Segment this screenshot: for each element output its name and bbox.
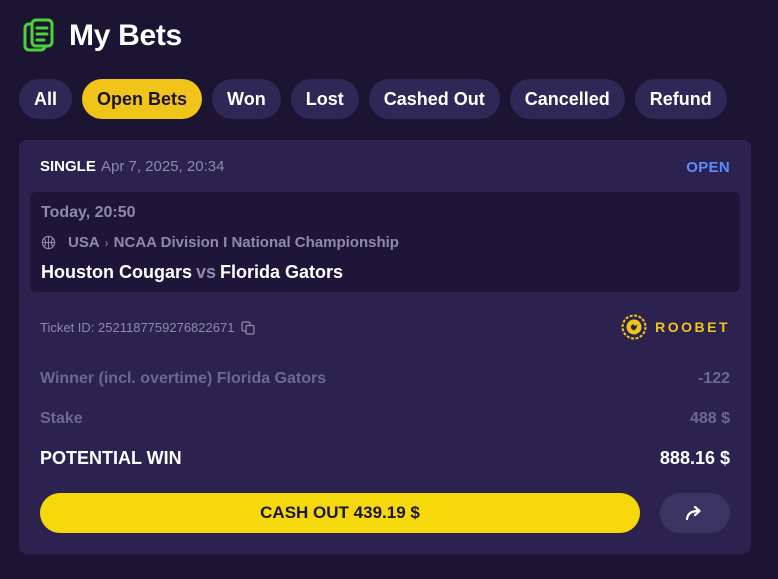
potential-win-value: 888.16 $ — [659, 448, 730, 468]
basketball-icon — [41, 235, 56, 250]
event-teams: Houston Cougars vs Florida Gators — [41, 262, 343, 283]
selection-label: Winner (incl. overtime) Florida Gators — [40, 370, 327, 387]
chevron-right-icon: › — [104, 235, 109, 250]
bet-status-badge: OPEN — [686, 159, 730, 176]
roobet-logo-text: ROOBET — [655, 319, 730, 335]
filter-lost[interactable]: Lost — [290, 79, 359, 119]
page-title: My Bets — [69, 19, 182, 52]
bets-document-icon — [23, 18, 54, 52]
filter-won[interactable]: Won — [212, 79, 281, 119]
event-league: USA › NCAA Division I National Champions… — [41, 234, 399, 251]
filter-cancelled[interactable]: Cancelled — [509, 79, 625, 119]
home-team: Houston Cougars — [41, 262, 192, 282]
ticket-info: Ticket ID: 2521187759276822671 — [40, 320, 256, 335]
selection-odds: -122 — [697, 370, 730, 387]
filter-open-bets[interactable]: Open Bets — [82, 79, 203, 119]
stake-value: 488 $ — [689, 410, 730, 427]
bet-filter-tabs: All Open Bets Won Lost Cashed Out Cancel… — [19, 79, 737, 119]
versus-label: vs — [196, 262, 217, 282]
bet-type: SINGLE — [40, 158, 96, 175]
bet-placed-date: Apr 7, 2025, 20:34 — [101, 158, 225, 175]
event-time: Today, 20:50 — [41, 204, 136, 221]
filter-refund[interactable]: Refund — [634, 79, 727, 119]
filter-all[interactable]: All — [19, 79, 73, 119]
event-country: USA — [68, 234, 100, 251]
stake-row: Stake 488 $ — [40, 410, 730, 428]
filter-cashed-out[interactable]: Cashed Out — [368, 79, 500, 119]
event-panel[interactable]: Today, 20:50 USA › NCAA Division I Natio… — [30, 192, 740, 292]
selection-row: Winner (incl. overtime) Florida Gators -… — [40, 370, 730, 388]
away-team: Florida Gators — [220, 262, 344, 282]
roobet-logo: ROOBET — [621, 314, 730, 340]
copy-icon[interactable] — [241, 320, 256, 335]
roobet-coin-icon — [621, 314, 647, 340]
event-league-name: NCAA Division I National Championship — [113, 234, 399, 251]
page-header: My Bets — [23, 18, 182, 54]
potential-win-row: POTENTIAL WIN 888.16 $ — [40, 448, 730, 469]
cash-out-button[interactable]: CASH OUT 439.19 $ — [40, 493, 640, 533]
potential-win-label: POTENTIAL WIN — [40, 448, 182, 468]
stake-label: Stake — [40, 410, 83, 427]
share-button[interactable] — [660, 493, 730, 533]
bet-card: SINGLE Apr 7, 2025, 20:34 OPEN Today, 20… — [19, 140, 751, 554]
share-arrow-icon — [685, 505, 701, 521]
ticket-id: Ticket ID: 2521187759276822671 — [40, 320, 235, 335]
